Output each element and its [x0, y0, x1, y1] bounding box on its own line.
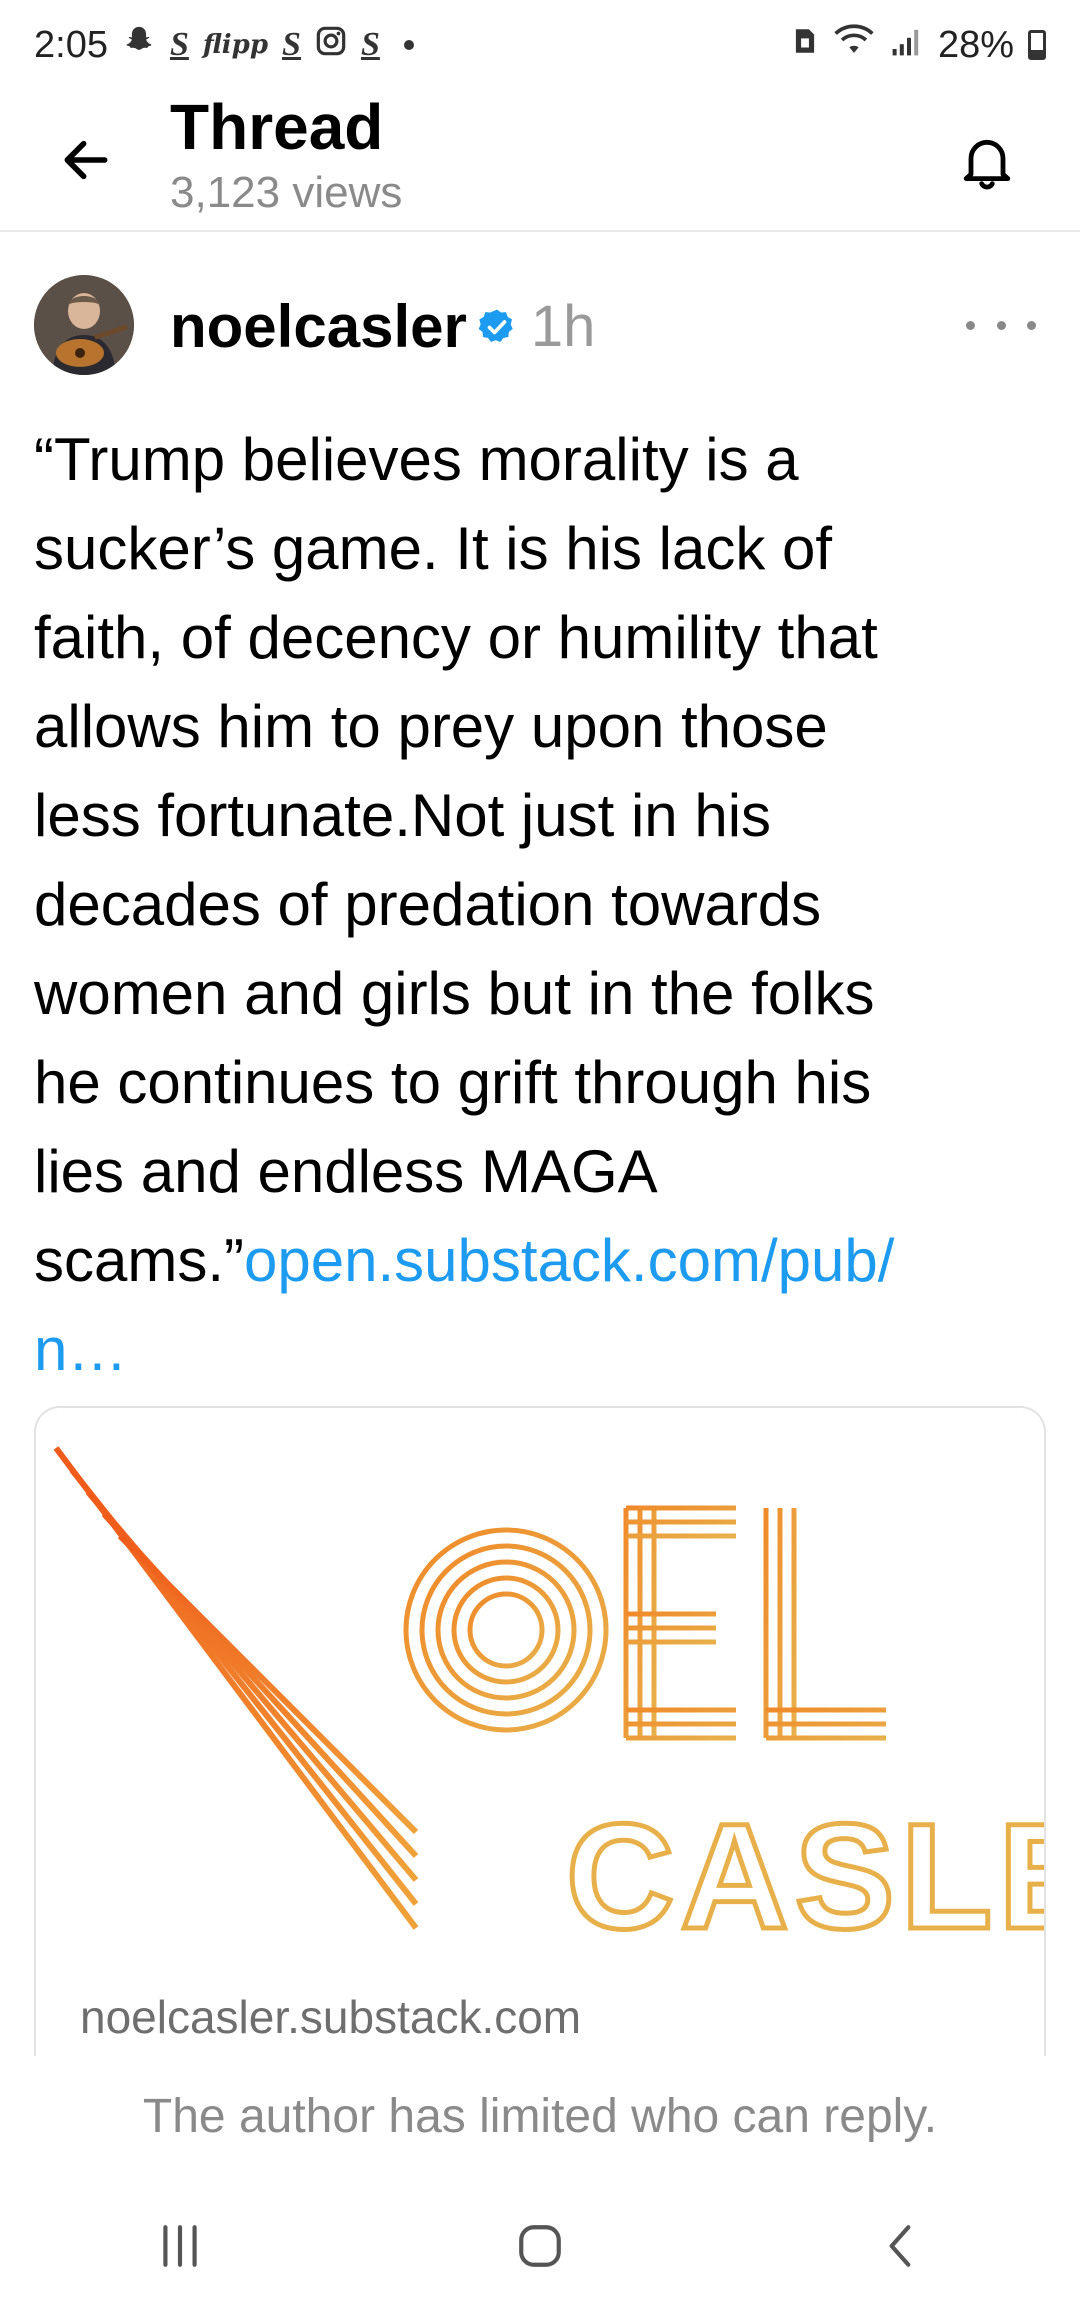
home-button[interactable] [480, 2196, 600, 2296]
status-bar: 2:05 S flipp S S 28% [0, 0, 1080, 90]
wifi-icon [832, 23, 876, 67]
recent-apps-button[interactable] [120, 2196, 240, 2296]
notification-dot [403, 40, 414, 50]
card-logo-image: CASLER [36, 1408, 1046, 1968]
chevron-left-icon [889, 2225, 911, 2267]
post-author[interactable]: noelcasler 1h [170, 292, 595, 361]
status-left: 2:05 S flipp S S [34, 24, 414, 67]
card-logo-casler: CASLER [566, 1792, 1046, 1960]
thread-header: Thread 3,123 views [0, 90, 1080, 232]
system-nav-bar [0, 2176, 1080, 2316]
home-icon [519, 2225, 561, 2267]
more-dot [966, 320, 975, 330]
notifications-button[interactable] [944, 118, 1030, 204]
more-dot [996, 320, 1006, 330]
bell-icon [963, 139, 1011, 190]
link-preview-card[interactable]: CASLER noelcasler.substack.com [34, 1406, 1046, 2056]
page-title: Thread [170, 91, 384, 163]
snapchat-icon [122, 24, 156, 67]
flipp-icon: flipp [202, 30, 269, 60]
system-back-button[interactable] [840, 2196, 960, 2296]
card-domain[interactable]: noelcasler.substack.com [80, 1990, 581, 2044]
recents-icon [163, 2225, 197, 2267]
username[interactable]: noelcasler [170, 292, 467, 361]
status-time: 2:05 [34, 23, 108, 66]
post-timestamp: 1h [530, 294, 596, 359]
sim-icon [792, 24, 818, 67]
more-dot [1027, 320, 1036, 330]
view-count: 3,123 views [170, 168, 403, 217]
signal-icon [890, 24, 924, 67]
more-options-button[interactable] [966, 300, 1036, 350]
s-app-icon: S [169, 26, 189, 63]
post-text: “Trump believes morality is a sucker’s g… [34, 426, 878, 1294]
s-app-icon: S [282, 26, 301, 63]
s-app-icon: S [360, 26, 380, 63]
status-right: 28% [792, 23, 1046, 67]
arrow-left-icon [64, 140, 108, 180]
battery-icon [1028, 30, 1046, 60]
instagram-icon [315, 25, 347, 66]
back-button[interactable] [48, 122, 124, 198]
post-body: “Trump believes morality is a sucker’s g… [34, 415, 1044, 1394]
avatar[interactable] [34, 275, 134, 375]
verified-badge-icon [478, 309, 513, 342]
battery-percent: 28% [937, 23, 1014, 66]
reply-restriction-note: The author has limited who can reply. [0, 2056, 1080, 2176]
